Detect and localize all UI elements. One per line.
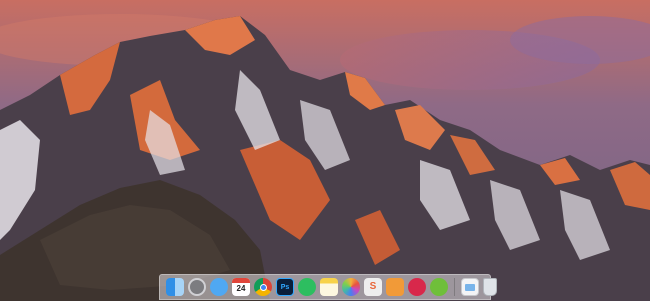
system-preferences-icon[interactable]	[188, 278, 206, 296]
wallpaper-mountain-image	[0, 0, 650, 301]
evernote-icon[interactable]	[298, 278, 316, 296]
ibooks-icon[interactable]	[386, 278, 404, 296]
dock: 24 Ps S	[159, 274, 497, 300]
photos-icon[interactable]	[342, 278, 360, 296]
calendar-header	[232, 278, 250, 283]
cyberduck-icon[interactable]	[430, 278, 448, 296]
desktop: 24 Ps S	[0, 0, 650, 301]
trash-icon[interactable]	[483, 278, 497, 296]
dock-separator	[454, 278, 455, 296]
sublime-text-icon[interactable]: S	[364, 278, 382, 296]
chrome-icon[interactable]	[254, 278, 272, 296]
messages-icon[interactable]	[210, 278, 228, 296]
downloads-folder-icon[interactable]	[461, 278, 479, 296]
calendar-icon[interactable]: 24	[232, 278, 250, 296]
photoshop-label: Ps	[280, 283, 290, 291]
finder-icon[interactable]	[166, 278, 184, 296]
lips-app-icon[interactable]	[408, 278, 426, 296]
sublime-label: S	[369, 281, 377, 292]
calendar-date-label: 24	[236, 284, 246, 293]
notes-icon[interactable]	[320, 278, 338, 296]
photoshop-icon[interactable]: Ps	[276, 278, 294, 296]
